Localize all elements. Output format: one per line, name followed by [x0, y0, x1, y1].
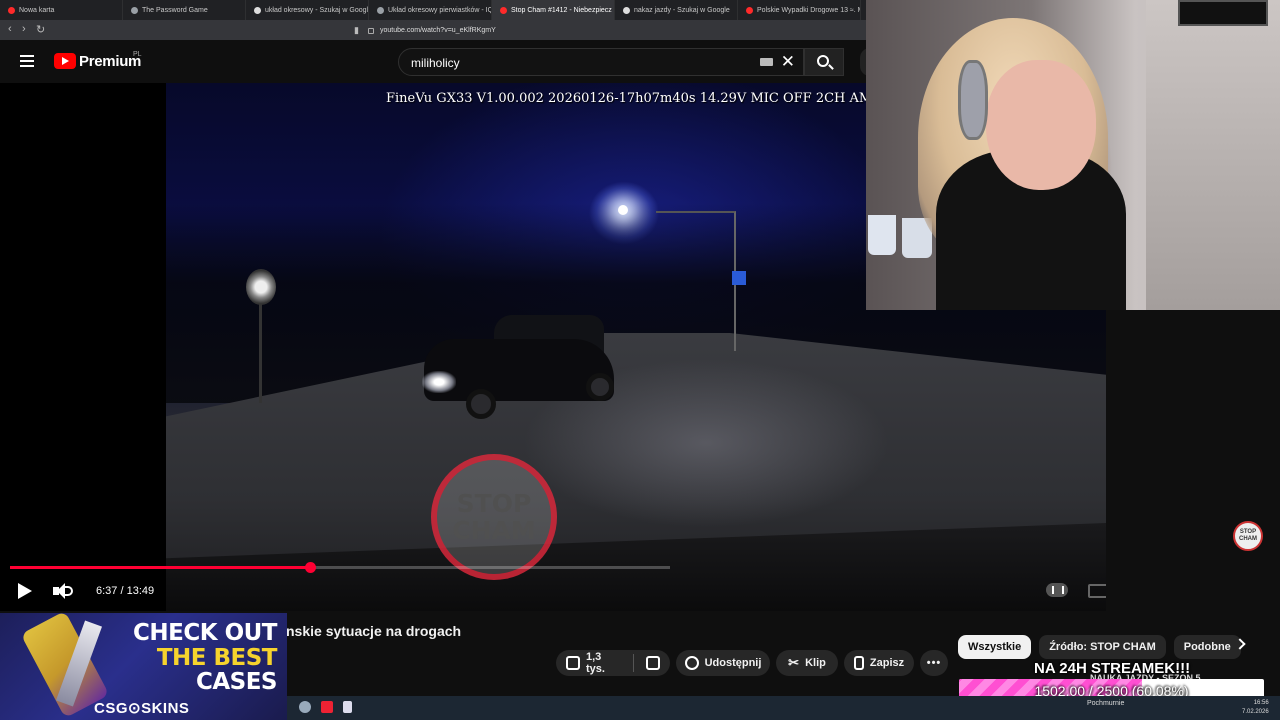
tab-label: układ okresowy - Szukaj w Google: [265, 6, 369, 14]
street-lamp: [618, 205, 628, 215]
stop-cham-watermark: STOP CHAM: [431, 454, 557, 580]
dashcam-overlay-text: FineVu GX33 V1.00.002 20260126-17h07m40s…: [386, 91, 873, 106]
tab-label: The Password Game: [142, 6, 208, 14]
player-controls: 6:37 / 13:49 HD: [0, 575, 1106, 609]
sponsor-ad-banner: CHECK OUT THE BEST CASES CSG⊙SKINS: [0, 613, 287, 720]
chip-all[interactable]: Wszystkie: [958, 635, 1032, 659]
youtube-masthead: Premium PL miliholicy ✕: [0, 40, 870, 83]
share-label: Udostępnij: [704, 657, 762, 669]
chip-source-channel[interactable]: Źródło: STOP CHAM: [1039, 635, 1166, 659]
streamer-face: [986, 60, 1096, 190]
tab-label: Polskie Wypadki Drogowe 13 ≈. Moli: [757, 6, 861, 14]
youtube-logo-icon[interactable]: [54, 53, 76, 69]
tab-label: Układ okresowy pierwiastków - IQ C: [388, 6, 492, 14]
thumbs-up-icon[interactable]: [566, 656, 580, 670]
search-box[interactable]: miliholicy ✕: [398, 48, 804, 76]
ad-headline: CHECK OUT: [133, 620, 277, 646]
ad-brand-logo: CSG⊙SKINS: [94, 700, 190, 717]
save-button[interactable]: Zapisz: [844, 650, 914, 676]
youtube-icon: [746, 6, 753, 14]
car: [414, 315, 620, 419]
opera-app-icon[interactable]: [321, 701, 333, 713]
donation-goal-title: NA 24H STREAMEK!!!: [1034, 660, 1191, 677]
page-icon: [377, 6, 384, 14]
browser-tab[interactable]: The Password Game: [123, 0, 246, 20]
browser-tab[interactable]: nakaz jazdy - Szukaj w Google: [615, 0, 738, 20]
search-input[interactable]: miliholicy: [411, 56, 460, 70]
streamer-webcam: [866, 0, 1280, 310]
clock[interactable]: 16:56 7.02.2026: [1242, 699, 1269, 717]
search-button[interactable]: [804, 48, 844, 76]
channel-watermark-badge[interactable]: STOP CHAM: [1233, 521, 1263, 551]
reload-icon[interactable]: ↻: [36, 23, 45, 36]
headset: [958, 60, 988, 140]
progress-bar[interactable]: [10, 562, 670, 573]
notes-app-icon[interactable]: [343, 701, 352, 713]
like-count: 1,3 tys.: [586, 651, 605, 675]
clear-search-icon[interactable]: ✕: [781, 52, 795, 72]
more-actions-button[interactable]: •••: [920, 650, 948, 676]
browser-tab[interactable]: Nowa karta: [0, 0, 123, 20]
share-button[interactable]: Udostępnij: [676, 650, 770, 676]
forward-icon[interactable]: ›: [22, 23, 26, 35]
taskbar: Pochmurnie 16:56 7.02.2026: [287, 696, 1280, 720]
mug: [868, 215, 896, 255]
google-icon: [254, 6, 261, 14]
tab-label: Nowa karta: [19, 6, 55, 14]
browser-tab[interactable]: Polskie Wypadki Drogowe 13 ≈. Moli: [738, 0, 861, 20]
subtitles-icon[interactable]: [1088, 584, 1106, 598]
page-icon: [131, 6, 138, 14]
volume-icon[interactable]: [53, 583, 73, 599]
like-dislike-group[interactable]: 1,3 tys.: [556, 650, 670, 676]
chip-related[interactable]: Podobne: [1173, 635, 1241, 659]
browser-tab-bar: Nowa karta The Password Game układ okresow…: [0, 0, 866, 20]
related-filter-chips: Wszystkie Źródło: STOP CHAM Podobne: [958, 635, 1241, 661]
tab-label: nakaz jazdy - Szukaj w Google: [634, 6, 730, 14]
browser-address-bar: ‹ › ↻ ▮ youtube.com/watch?v=u_eKlfRKgmY: [0, 20, 866, 40]
ad-headline: CASES: [195, 669, 278, 695]
weather-status[interactable]: Pochmurnie: [1087, 700, 1124, 707]
play-icon[interactable]: [18, 583, 32, 599]
progress-scrubber[interactable]: [305, 562, 316, 573]
crossing-sign: [732, 271, 746, 285]
menu-icon[interactable]: [20, 55, 34, 67]
road-sign: [246, 269, 276, 305]
scissors-icon: ✂: [788, 655, 800, 670]
browser-tab[interactable]: układ okresowy - Szukaj w Google: [246, 0, 369, 20]
autoplay-toggle[interactable]: [1046, 583, 1068, 597]
save-label: Zapisz: [869, 657, 905, 669]
clip-button[interactable]: ✂ Klip: [776, 650, 838, 676]
lock-icon: [368, 27, 374, 34]
tab-label: Stop Cham #1412 - Niebezpiecz: [511, 6, 612, 14]
time-display: 6:37 / 13:49: [96, 585, 155, 597]
opera-icon: [8, 6, 15, 14]
ad-headline: THE BEST: [156, 645, 278, 671]
url-field[interactable]: youtube.com/watch?v=u_eKlfRKgmY: [368, 24, 828, 37]
url-text: youtube.com/watch?v=u_eKlfRKgmY: [380, 27, 496, 34]
keyboard-icon[interactable]: [760, 58, 773, 66]
bookmark-icon: [853, 656, 864, 670]
bookmark-icon[interactable]: ▮: [354, 25, 359, 36]
region-code: PL: [133, 51, 142, 58]
youtube-icon: [500, 6, 507, 14]
clip-label: Klip: [805, 657, 826, 669]
premium-logo-text[interactable]: Premium: [79, 53, 141, 70]
thumbs-down-icon[interactable]: [646, 656, 660, 670]
google-icon: [623, 6, 630, 14]
back-icon[interactable]: ‹: [8, 23, 12, 35]
browser-tab[interactable]: Układ okresowy pierwiastków - IQ C: [369, 0, 492, 20]
share-icon: [684, 656, 699, 670]
settings-app-icon[interactable]: [299, 701, 311, 713]
video-title: nskie sytuacje na drogach: [286, 623, 462, 639]
progress-fill: [10, 566, 310, 569]
browser-tab[interactable]: Stop Cham #1412 - Niebezpiecz×: [492, 0, 615, 20]
